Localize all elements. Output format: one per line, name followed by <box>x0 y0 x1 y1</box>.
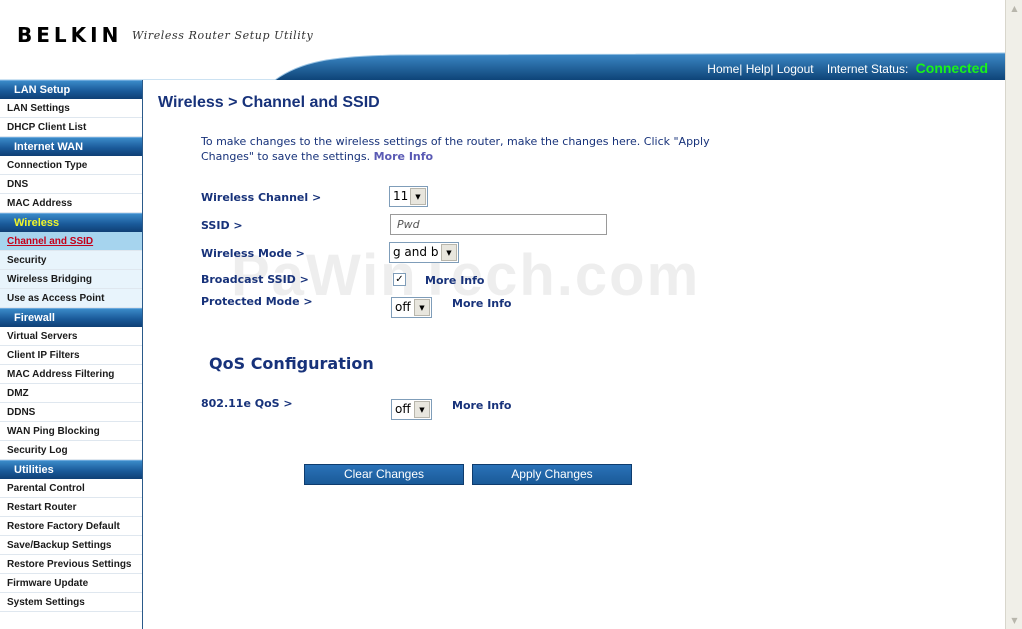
sidebar-item-wan-ping-blocking[interactable]: WAN Ping Blocking <box>0 422 142 441</box>
sidebar-item-restart-router[interactable]: Restart Router <box>0 498 142 517</box>
protected-mode-select[interactable]: off ▼ <box>391 297 432 318</box>
sidebar-section-lan-setup[interactable]: LAN Setup <box>0 80 142 99</box>
protected-mode-label: Protected Mode > <box>201 295 313 308</box>
chevron-down-icon: ▼ <box>410 188 426 205</box>
sidebar-item-mac-address-filtering[interactable]: MAC Address Filtering <box>0 365 142 384</box>
wireless-channel-select[interactable]: 11 ▼ <box>389 186 428 207</box>
sidebar-section-wireless[interactable]: Wireless <box>0 213 142 232</box>
sidebar-item-mac-address[interactable]: MAC Address <box>0 194 142 213</box>
qos-value: off <box>395 402 411 416</box>
sidebar-item-use-as-access-point[interactable]: Use as Access Point <box>0 289 142 308</box>
more-info-link-qos[interactable]: More Info <box>452 399 512 412</box>
sidebar-item-system-settings[interactable]: System Settings <box>0 593 142 612</box>
broadcast-ssid-label: Broadcast SSID > <box>201 273 309 286</box>
ssid-value: Pwd <box>397 218 420 231</box>
ssid-input[interactable]: Pwd <box>390 214 607 235</box>
vertical-scrollbar[interactable]: ▲ ▼ <box>1005 0 1022 629</box>
header-links: Home| Help| Logout Internet Status: Conn… <box>707 60 988 76</box>
sidebar-section-firewall[interactable]: Firewall <box>0 308 142 327</box>
internet-status-value: Connected <box>915 60 988 76</box>
wireless-channel-value: 11 <box>393 189 409 203</box>
sidebar-item-restore-previous-settings[interactable]: Restore Previous Settings <box>0 555 142 574</box>
sidebar-item-dhcp-client-list[interactable]: DHCP Client List <box>0 118 142 137</box>
internet-status-label: Internet Status: <box>826 62 909 76</box>
main-content: PaWinTech.com Wireless > Channel and SSI… <box>143 80 1005 629</box>
scroll-down-icon[interactable]: ▼ <box>1007 613 1022 628</box>
chevron-down-icon: ▼ <box>414 299 430 316</box>
more-info-link-broadcast[interactable]: More Info <box>425 274 485 287</box>
qos-section-title: QoS Configuration <box>209 354 374 373</box>
belkin-logo: BELKIN <box>17 23 123 47</box>
wireless-mode-select[interactable]: g and b ▼ <box>389 242 459 263</box>
chevron-down-icon: ▼ <box>441 244 457 261</box>
page-header: BELKIN Wireless Router Setup Utility Hom… <box>0 0 1005 80</box>
sidebar-section-utilities[interactable]: Utilities <box>0 460 142 479</box>
wireless-mode-value: g and b <box>393 245 439 259</box>
ssid-label: SSID > <box>201 219 243 232</box>
qos-label: 802.11e QoS > <box>201 397 293 410</box>
more-info-link-protected[interactable]: More Info <box>452 297 512 310</box>
sidebar-item-restore-factory-default[interactable]: Restore Factory Default <box>0 517 142 536</box>
utility-subtitle: Wireless Router Setup Utility <box>132 29 314 42</box>
sidebar-item-connection-type[interactable]: Connection Type <box>0 156 142 175</box>
sidebar-item-security-log[interactable]: Security Log <box>0 441 142 460</box>
intro-body: To make changes to the wireless settings… <box>201 135 710 163</box>
chevron-down-icon: ▼ <box>414 401 430 418</box>
sidebar-item-client-ip-filters[interactable]: Client IP Filters <box>0 346 142 365</box>
sidebar-item-lan-settings[interactable]: LAN Settings <box>0 99 142 118</box>
sidebar: LAN Setup LAN Settings DHCP Client List … <box>0 80 143 629</box>
sidebar-item-parental-control[interactable]: Parental Control <box>0 479 142 498</box>
page-title: Wireless > Channel and SSID <box>158 94 380 111</box>
sidebar-item-save-backup-settings[interactable]: Save/Backup Settings <box>0 536 142 555</box>
sidebar-item-wireless-bridging[interactable]: Wireless Bridging <box>0 270 142 289</box>
qos-select[interactable]: off ▼ <box>391 399 432 420</box>
intro-text: To make changes to the wireless settings… <box>201 134 761 164</box>
sidebar-item-firmware-update[interactable]: Firmware Update <box>0 574 142 593</box>
clear-changes-button[interactable]: Clear Changes <box>304 464 464 485</box>
wireless-channel-label: Wireless Channel > <box>201 191 322 204</box>
sidebar-item-dns[interactable]: DNS <box>0 175 142 194</box>
wireless-mode-label: Wireless Mode > <box>201 247 305 260</box>
sidebar-section-internet-wan[interactable]: Internet WAN <box>0 137 142 156</box>
nav-links[interactable]: Home| Help| Logout <box>707 62 813 76</box>
sidebar-item-security[interactable]: Security <box>0 251 142 270</box>
sidebar-item-dmz[interactable]: DMZ <box>0 384 142 403</box>
sidebar-item-ddns[interactable]: DDNS <box>0 403 142 422</box>
scroll-up-icon[interactable]: ▲ <box>1007 1 1022 16</box>
sidebar-item-channel-and-ssid[interactable]: Channel and SSID <box>0 232 142 251</box>
apply-changes-button[interactable]: Apply Changes <box>472 464 632 485</box>
broadcast-ssid-checkbox[interactable]: ✓ <box>393 273 406 286</box>
protected-mode-value: off <box>395 300 411 314</box>
sidebar-item-virtual-servers[interactable]: Virtual Servers <box>0 327 142 346</box>
more-info-link-intro[interactable]: More Info <box>374 150 434 163</box>
